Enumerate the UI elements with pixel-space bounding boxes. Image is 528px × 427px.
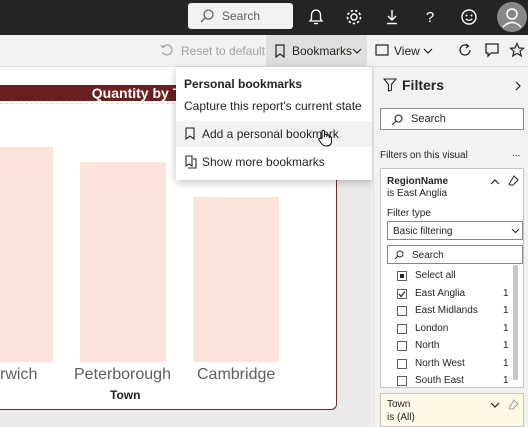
filter-item-count: 1 (503, 357, 509, 369)
user-avatar-icon[interactable] (497, 2, 527, 32)
filter-item-label: Select all (415, 270, 456, 281)
reset-icon (160, 44, 173, 56)
filter-list-item[interactable]: North 1 (397, 338, 517, 355)
filter-card-town[interactable]: Town is (All) (380, 393, 524, 427)
filter-item-count: 1 (503, 322, 509, 334)
filter-list-item[interactable]: East Midlands 1 (397, 303, 517, 320)
x-axis-label: Town (110, 388, 141, 402)
bell-icon[interactable] (306, 7, 326, 27)
bookmarks-button[interactable]: Bookmarks (266, 35, 367, 66)
add-personal-bookmark-item[interactable]: Add a personal bookmark (176, 121, 372, 147)
filter-list-item[interactable]: East Anglia 1 (397, 286, 517, 303)
bookmark-icon (275, 44, 285, 58)
filter-list-item[interactable]: Select all (397, 268, 517, 285)
filter-values-search-input[interactable]: Search (387, 245, 523, 264)
filter-type-value: Basic filtering (393, 226, 453, 237)
action-bar: Reset to default Bookmarks View (0, 35, 528, 67)
bookmarks-menu-header: Personal bookmarks (184, 77, 303, 91)
chevron-down-icon[interactable] (490, 402, 500, 409)
filter-item-label: North (415, 340, 440, 351)
filters-on-visual-label: Filters on this visual (380, 150, 468, 161)
star-icon[interactable] (509, 42, 525, 58)
chevron-down-icon (352, 48, 362, 54)
person-icon (502, 8, 522, 28)
filter-card-regionname[interactable]: RegionName is East Anglia Filter type Ba… (380, 168, 524, 388)
filter-item-label: East Anglia (415, 287, 466, 299)
filter-item-count: 1 (503, 287, 509, 299)
filter-type-select[interactable]: Basic filtering (387, 221, 523, 240)
bookmarks-menu: Personal bookmarks Capture this report's… (176, 67, 372, 180)
bookmark-icon (185, 127, 195, 140)
reset-to-default-button[interactable]: Reset to default (181, 44, 265, 58)
show-more-bookmarks-label: Show more bookmarks (202, 155, 325, 169)
comment-icon[interactable] (484, 42, 500, 58)
x-tick-label: rwich (0, 366, 38, 383)
filter-list-item[interactable]: London 1 (397, 321, 517, 338)
svg-text:?: ? (426, 9, 434, 26)
filter-item-label: North West (415, 357, 465, 369)
filter-list-item[interactable]: South East 1 (397, 373, 517, 387)
x-tick-label: Cambridge (197, 366, 276, 383)
filter-item-count: 1 (503, 340, 509, 351)
checkbox[interactable] (397, 271, 407, 281)
bar-cambridge[interactable] (193, 197, 279, 362)
checkbox[interactable] (397, 376, 407, 386)
filters-search-input[interactable]: Search (380, 108, 524, 130)
search-icon (394, 250, 404, 260)
bar-rwich[interactable] (0, 147, 53, 362)
filter-item-label: London (415, 322, 449, 334)
checkbox[interactable] (397, 341, 407, 351)
chevron-down-icon (511, 228, 520, 234)
search-icon (200, 9, 214, 23)
filter-field-name: Town (387, 399, 411, 410)
filter-list-scrollbar[interactable] (513, 265, 518, 380)
checkmark-icon (398, 290, 406, 297)
filters-search-placeholder: Search (411, 113, 446, 125)
funnel-icon (383, 78, 397, 92)
eraser-icon[interactable] (508, 399, 519, 410)
more-options-icon[interactable]: ... (512, 148, 520, 159)
bar-peterborough[interactable] (80, 162, 166, 362)
hand-cursor-icon (318, 129, 332, 147)
view-button[interactable]: View (394, 44, 420, 58)
show-more-bookmarks-item[interactable]: Show more bookmarks (176, 149, 372, 175)
chevron-right-icon[interactable] (515, 81, 522, 91)
download-icon[interactable] (382, 7, 402, 27)
filter-list-item[interactable]: North West 1 (397, 356, 517, 373)
filters-title: Filters (402, 77, 445, 93)
bookmarks-menu-subheader: Capture this report's current state (184, 99, 362, 113)
eraser-icon[interactable] (508, 175, 519, 186)
checkbox[interactable] (397, 358, 407, 369)
global-search-placeholder: Search (222, 9, 261, 23)
filter-item-count: 1 (503, 305, 509, 316)
view-icon (375, 44, 389, 56)
filter-condition: is (All) (387, 412, 415, 423)
checkbox[interactable] (397, 306, 407, 316)
gear-icon[interactable] (344, 7, 364, 27)
filter-condition: is East Anglia (387, 188, 448, 199)
refresh-icon[interactable] (457, 42, 473, 58)
smiley-icon[interactable] (459, 7, 479, 27)
filter-type-label: Filter type (387, 208, 431, 219)
help-icon[interactable]: ? (420, 7, 440, 27)
filter-item-label: East Midlands (415, 305, 478, 316)
search-icon (391, 114, 403, 126)
checkbox[interactable] (397, 288, 407, 299)
checkbox[interactable] (397, 323, 407, 334)
filter-field-name: RegionName (387, 176, 449, 187)
bookmarks-label: Bookmarks (292, 44, 353, 58)
chevron-up-icon[interactable] (490, 178, 500, 185)
filter-item-label: South East (415, 375, 464, 386)
chevron-down-icon (423, 48, 433, 54)
bookmarks-pane-icon (185, 155, 197, 169)
global-search-input[interactable]: Search (188, 3, 293, 29)
filter-values-search-placeholder: Search (412, 250, 444, 261)
filter-item-count: 1 (503, 375, 509, 386)
x-tick-label: Peterborough (74, 366, 171, 383)
